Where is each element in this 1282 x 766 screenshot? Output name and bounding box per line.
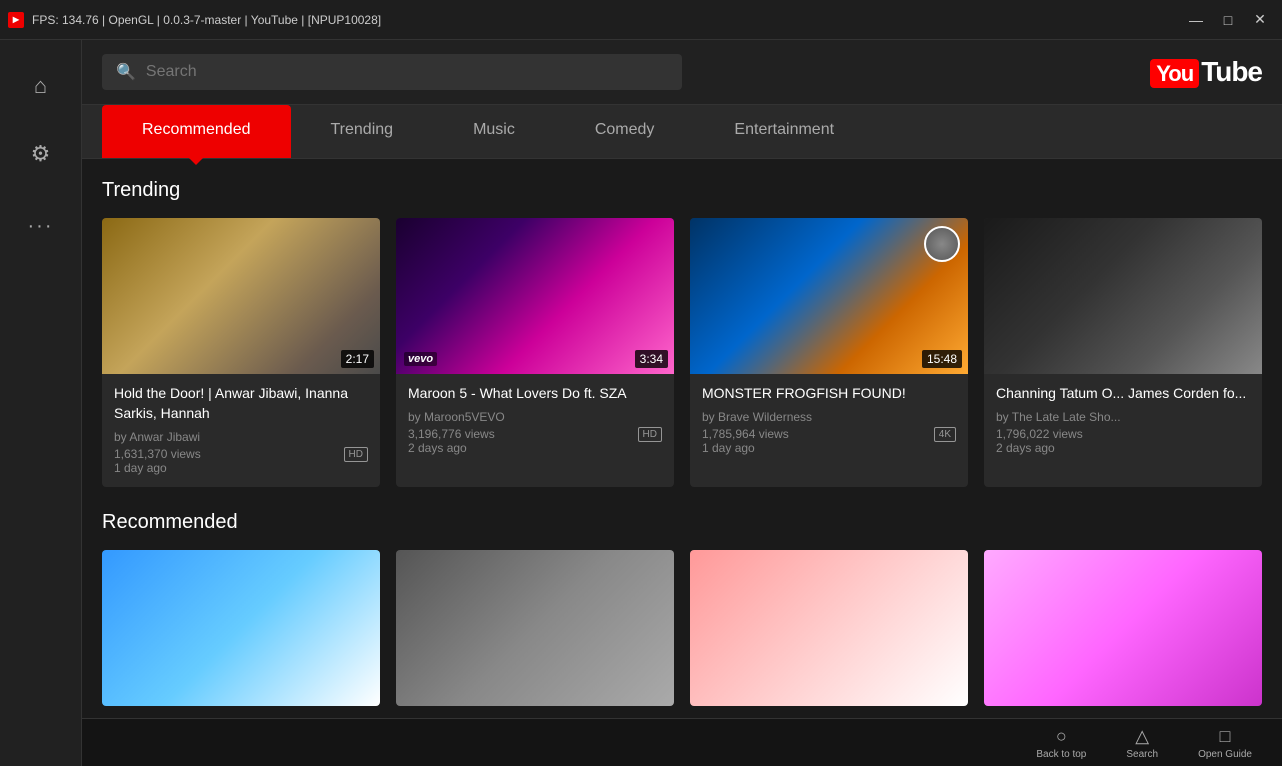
video-thumbnail [396,550,674,706]
video-card[interactable] [984,550,1262,706]
video-title: Maroon 5 - What Lovers Do ft. SZA [408,384,662,404]
video-meta: 1,796,022 views2 days ago [996,427,1250,455]
video-card[interactable] [396,550,674,706]
video-info: Hold the Door! | Anwar Jibawi, Inanna Sa… [102,374,380,486]
video-title: MONSTER FROGFISH FOUND! [702,384,956,404]
title-bar-left: ▶ FPS: 134.76 | OpenGL | 0.0.3-7-master … [8,12,381,28]
duration-badge: 2:17 [341,350,374,368]
video-thumbnail [984,218,1262,374]
search-icon: 🔍 [116,62,136,82]
bottom-bar: ○ Back to top △ Search □ Open Guide [82,718,1282,766]
vevo-watermark: vevo [404,352,437,366]
sidebar-item-home[interactable]: ⌂ [11,56,71,116]
recommended-video-grid [102,550,1262,706]
sidebar: ⌂ ⚙ ··· [0,40,82,766]
quality-badge: HD [638,427,662,442]
tab-comedy[interactable]: Comedy [555,105,695,158]
video-thumbnail [984,550,1262,706]
search-bar[interactable]: 🔍 [102,54,682,90]
video-card[interactable]: 15:48 MONSTER FROGFISH FOUND! by Brave W… [690,218,968,487]
triangle-icon: △ [1135,726,1149,747]
video-thumbnail: vevo 3:34 [396,218,674,374]
thumb-image [984,218,1262,374]
video-title: Channing Tatum O... James Corden fo... [996,384,1250,404]
video-thumbnail [102,550,380,706]
title-text: FPS: 134.76 | OpenGL | 0.0.3-7-master | … [32,13,381,27]
recommended-section-title: Recommended [102,511,1262,534]
back-to-top-label: Back to top [1036,749,1086,760]
back-to-top-button[interactable]: ○ Back to top [1036,726,1086,760]
thumb-image [102,550,380,706]
tab-music[interactable]: Music [433,105,555,158]
sidebar-item-more[interactable]: ··· [11,192,71,252]
tab-trending[interactable]: Trending [291,105,434,158]
video-meta: 4K 1,785,964 views1 day ago [702,427,956,455]
thumb-image [984,550,1262,706]
window-controls[interactable]: — □ ✕ [1182,6,1274,34]
header: 🔍 YouTube [82,40,1282,105]
tab-recommended[interactable]: Recommended [102,105,291,158]
quality-badge: HD [344,447,368,462]
video-card[interactable] [690,550,968,706]
maximize-button[interactable]: □ [1214,6,1242,34]
duration-badge: 15:48 [922,350,962,368]
video-channel: by The Late Late Sho... [996,410,1250,424]
video-card[interactable] [102,550,380,706]
video-meta: HD 1,631,370 views1 day ago [114,447,368,475]
circle-icon: ○ [1056,726,1067,747]
video-thumbnail [690,550,968,706]
video-thumbnail: 2:17 [102,218,380,374]
video-card[interactable]: Channing Tatum O... James Corden fo... b… [984,218,1262,487]
video-info: MONSTER FROGFISH FOUND! by Brave Wildern… [690,374,968,467]
thumb-image [102,218,380,374]
video-channel: by Anwar Jibawi [114,430,368,444]
video-thumbnail: 15:48 [690,218,968,374]
minimize-button[interactable]: — [1182,6,1210,34]
open-guide-button[interactable]: □ Open Guide [1198,726,1252,760]
video-title: Hold the Door! | Anwar Jibawi, Inanna Sa… [114,384,368,423]
gear-icon: ⚙ [31,141,51,167]
content-area: 🔍 YouTube Recommended Trending Music Com… [82,40,1282,766]
trending-section-title: Trending [102,179,1262,202]
video-channel: by Brave Wilderness [702,410,956,424]
tab-entertainment[interactable]: Entertainment [694,105,874,158]
thumb-image [690,550,968,706]
app-container: ⌂ ⚙ ··· 🔍 YouTube Recommended Trend [0,40,1282,766]
search-input[interactable] [146,63,668,81]
home-icon: ⌂ [34,73,47,99]
video-card[interactable]: 2:17 Hold the Door! | Anwar Jibawi, Inan… [102,218,380,487]
search-label: Search [1126,749,1158,760]
youtube-logo-you: You [1150,59,1199,88]
video-info: Maroon 5 - What Lovers Do ft. SZA by Mar… [396,374,674,467]
thumb-image [396,218,674,374]
more-icon: ··· [28,215,54,238]
title-bar: ▶ FPS: 134.76 | OpenGL | 0.0.3-7-master … [0,0,1282,40]
quality-badge: 4K [934,427,956,442]
video-channel: by Maroon5VEVO [408,410,662,424]
youtube-logo: YouTube [1150,56,1262,88]
search-button[interactable]: △ Search [1126,726,1158,760]
tabs-bar: Recommended Trending Music Comedy Entert… [82,105,1282,159]
duration-badge: 3:34 [635,350,668,368]
video-card[interactable]: vevo 3:34 Maroon 5 - What Lovers Do ft. … [396,218,674,487]
trending-video-grid: 2:17 Hold the Door! | Anwar Jibawi, Inan… [102,218,1262,487]
main-content: Trending 2:17 Hold the Door! | Anwar Jib… [82,159,1282,750]
square-icon: □ [1220,726,1231,747]
open-guide-label: Open Guide [1198,749,1252,760]
sidebar-item-settings[interactable]: ⚙ [11,124,71,184]
channel-avatar [924,226,960,262]
video-info: Channing Tatum O... James Corden fo... b… [984,374,1262,467]
thumb-image [396,550,674,706]
app-icon: ▶ [8,12,24,28]
close-button[interactable]: ✕ [1246,6,1274,34]
video-meta: HD 3,196,776 views2 days ago [408,427,662,455]
